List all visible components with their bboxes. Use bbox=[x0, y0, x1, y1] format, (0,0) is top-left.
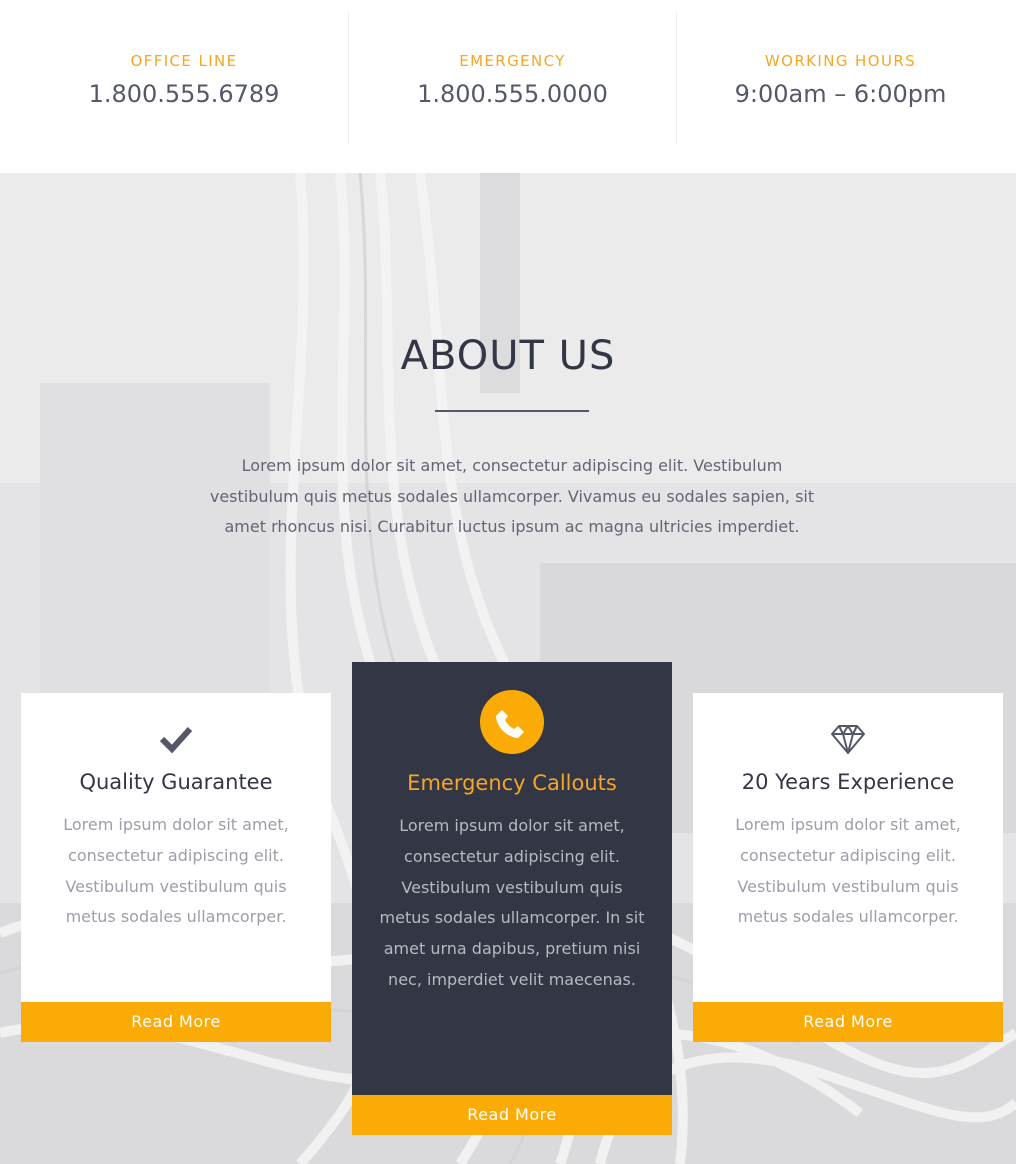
about-title: ABOUT US bbox=[400, 333, 616, 379]
working-hours-label: WORKING HOURS bbox=[764, 52, 917, 70]
card-description: Lorem ipsum dolor sit amet, consectetur … bbox=[63, 815, 289, 927]
contact-info-strip: OFFICE LINE 1.800.555.6789 EMERGENCY 1.8… bbox=[0, 0, 1016, 173]
card-title: Emergency Callouts bbox=[407, 771, 617, 795]
card-title: Quality Guarantee bbox=[79, 770, 273, 794]
about-description: Lorem ipsum dolor sit amet, consectetur … bbox=[209, 456, 815, 536]
emergency-number[interactable]: 1.800.555.0000 bbox=[349, 80, 676, 108]
read-more-button[interactable]: Read More bbox=[693, 1002, 1003, 1042]
diamond-icon bbox=[831, 725, 865, 754]
working-hours-value: 9:00am – 6:00pm bbox=[734, 80, 947, 108]
emergency-callouts-card: Emergency Callouts Lorem ipsum dolor sit… bbox=[352, 662, 672, 1135]
office-line-label: OFFICE LINE bbox=[130, 52, 238, 70]
card-description: Lorem ipsum dolor sit amet, consectetur … bbox=[735, 815, 961, 927]
emergency-label: EMERGENCY bbox=[459, 52, 566, 70]
years-experience-card: 20 Years Experience Lorem ipsum dolor si… bbox=[693, 693, 1003, 1042]
phone-icon bbox=[496, 710, 524, 738]
card-description: Lorem ipsum dolor sit amet, consectetur … bbox=[379, 816, 645, 989]
card-title: 20 Years Experience bbox=[741, 770, 955, 794]
office-line-block: OFFICE LINE 1.800.555.6789 bbox=[20, 12, 348, 144]
office-line-number[interactable]: 1.800.555.6789 bbox=[20, 80, 348, 108]
title-divider bbox=[435, 410, 589, 412]
about-section: ABOUT US Lorem ipsum dolor sit amet, con… bbox=[0, 173, 1016, 1164]
working-hours-block: WORKING HOURS 9:00am – 6:00pm bbox=[676, 12, 1004, 144]
read-more-button[interactable]: Read More bbox=[21, 1002, 331, 1042]
phone-icon-badge bbox=[480, 690, 544, 754]
quality-guarantee-card: Quality Guarantee Lorem ipsum dolor sit … bbox=[21, 693, 331, 1042]
checkmark-icon bbox=[159, 726, 193, 754]
emergency-block: EMERGENCY 1.800.555.0000 bbox=[348, 12, 676, 144]
read-more-button[interactable]: Read More bbox=[352, 1095, 672, 1135]
